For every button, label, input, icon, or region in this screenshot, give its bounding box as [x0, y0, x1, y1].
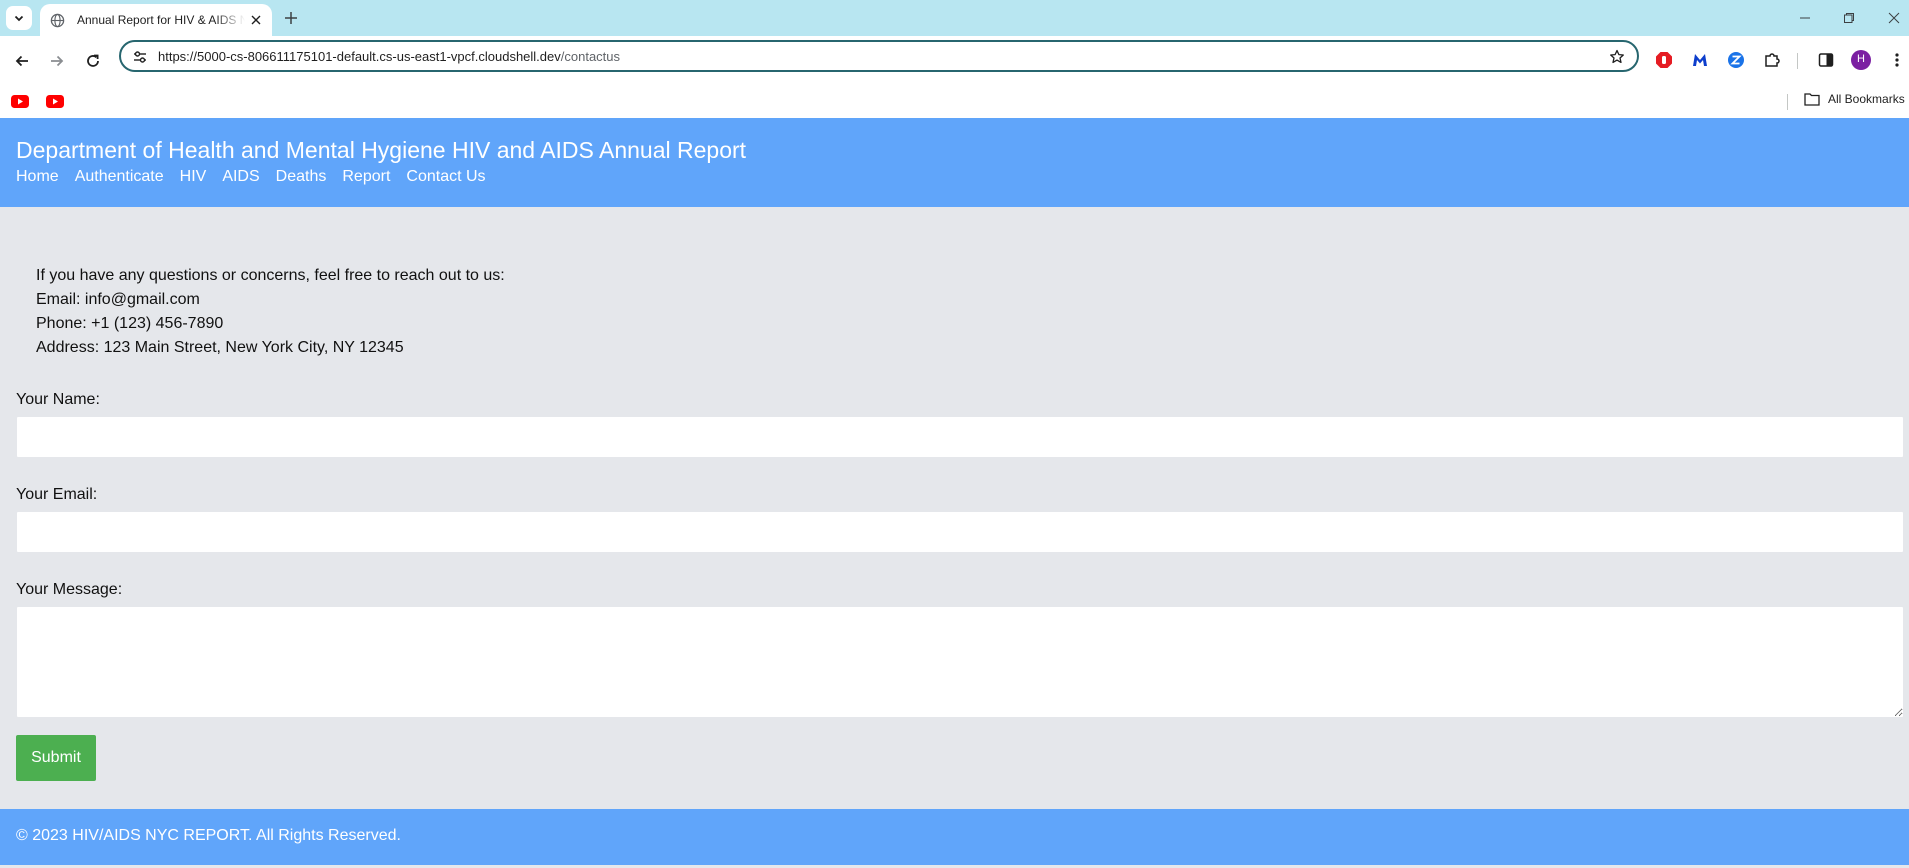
url-path: /contactus	[560, 49, 621, 64]
site-nav: Home Authenticate HIV AIDS Deaths Report…	[16, 167, 1909, 187]
url-host: https://5000-cs-806611175101-default.cs-…	[158, 49, 561, 64]
tab-strip: Annual Report for HIV & AIDS NYC	[0, 0, 1909, 36]
youtube-icon[interactable]	[46, 92, 64, 110]
reload-icon	[87, 54, 99, 67]
contact-phone: Phone: +1 (123) 456-7890	[36, 315, 224, 332]
profile-initial: H	[1857, 53, 1865, 65]
contact-email: Email: info@gmail.com	[36, 291, 200, 308]
bookmarks-bar: All Bookmarks	[0, 86, 1909, 118]
malwarebytes-icon[interactable]	[1690, 50, 1710, 70]
youtube-icon[interactable]	[11, 92, 29, 110]
back-button[interactable]	[10, 49, 34, 73]
chevron-down-icon	[14, 15, 24, 22]
arrow-right-icon	[51, 55, 64, 67]
close-icon[interactable]	[248, 12, 264, 28]
all-bookmarks-button[interactable]: All Bookmarks	[1804, 92, 1905, 106]
tab-search-button[interactable]	[6, 6, 32, 30]
message-textarea[interactable]	[16, 606, 1904, 718]
adblock-icon[interactable]	[1654, 50, 1674, 70]
bookmarks-separator	[1787, 94, 1788, 110]
contact-info: If you have any questions or concerns, f…	[36, 264, 505, 360]
window-close-button[interactable]	[1884, 8, 1904, 28]
contact-form: Your Name: Your Email: Your Message: Sub…	[16, 390, 1904, 781]
zoom-icon[interactable]	[1726, 50, 1746, 70]
minimize-button[interactable]	[1795, 8, 1815, 28]
nav-link-report[interactable]: Report	[342, 167, 390, 187]
name-label: Your Name:	[16, 391, 100, 408]
profile-avatar[interactable]: H	[1851, 50, 1871, 70]
plus-icon	[285, 12, 297, 24]
site-header: Department of Health and Mental Hygiene …	[0, 118, 1909, 207]
star-icon[interactable]	[1607, 47, 1627, 67]
url-text: https://5000-cs-806611175101-default.cs-…	[158, 49, 620, 64]
side-panel-icon[interactable]	[1816, 50, 1836, 70]
tune-icon[interactable]	[131, 48, 149, 66]
contact-address: Address: 123 Main Street, New York City,…	[36, 339, 404, 356]
contact-intro: If you have any questions or concerns, f…	[36, 267, 505, 284]
nav-link-authenticate[interactable]: Authenticate	[75, 167, 164, 187]
nav-link-aids[interactable]: AIDS	[222, 167, 259, 187]
globe-icon	[49, 12, 65, 28]
arrow-left-icon	[15, 55, 28, 67]
minimize-icon	[1800, 17, 1810, 19]
email-input[interactable]	[16, 511, 1904, 553]
forward-button[interactable]	[45, 49, 69, 73]
footer-text: © 2023 HIV/AIDS NYC REPORT. All Rights R…	[16, 827, 401, 844]
new-tab-button[interactable]	[281, 8, 301, 28]
restore-button[interactable]	[1839, 8, 1859, 28]
name-field-group: Your Name:	[16, 390, 1904, 458]
message-label: Your Message:	[16, 581, 123, 598]
message-field-group: Your Message:	[16, 580, 1904, 718]
toolbar-separator	[1797, 53, 1798, 69]
nav-link-home[interactable]: Home	[16, 167, 59, 187]
all-bookmarks-label: All Bookmarks	[1828, 92, 1905, 106]
browser-tab-active[interactable]: Annual Report for HIV & AIDS NYC	[40, 4, 272, 36]
site-footer: © 2023 HIV/AIDS NYC REPORT. All Rights R…	[0, 809, 1909, 865]
name-input[interactable]	[16, 416, 1904, 458]
email-field-group: Your Email:	[16, 485, 1904, 553]
kebab-menu-icon[interactable]	[1887, 50, 1907, 70]
email-label: Your Email:	[16, 486, 98, 503]
address-bar[interactable]: https://5000-cs-806611175101-default.cs-…	[119, 40, 1639, 72]
folder-icon	[1804, 93, 1820, 106]
close-icon	[1888, 12, 1900, 24]
tab-title: Annual Report for HIV & AIDS NYC	[77, 13, 245, 27]
nav-link-contact-us[interactable]: Contact Us	[406, 167, 485, 187]
page-title: Department of Health and Mental Hygiene …	[16, 137, 747, 163]
browser-toolbar: https://5000-cs-806611175101-default.cs-…	[0, 36, 1909, 86]
page-viewport: Department of Health and Mental Hygiene …	[0, 118, 1909, 868]
restore-icon	[1844, 13, 1854, 23]
nav-link-hiv[interactable]: HIV	[180, 167, 207, 187]
submit-button[interactable]: Submit	[16, 735, 96, 781]
nav-link-deaths[interactable]: Deaths	[276, 167, 327, 187]
reload-button[interactable]	[81, 49, 105, 73]
puzzle-icon[interactable]	[1762, 50, 1782, 70]
